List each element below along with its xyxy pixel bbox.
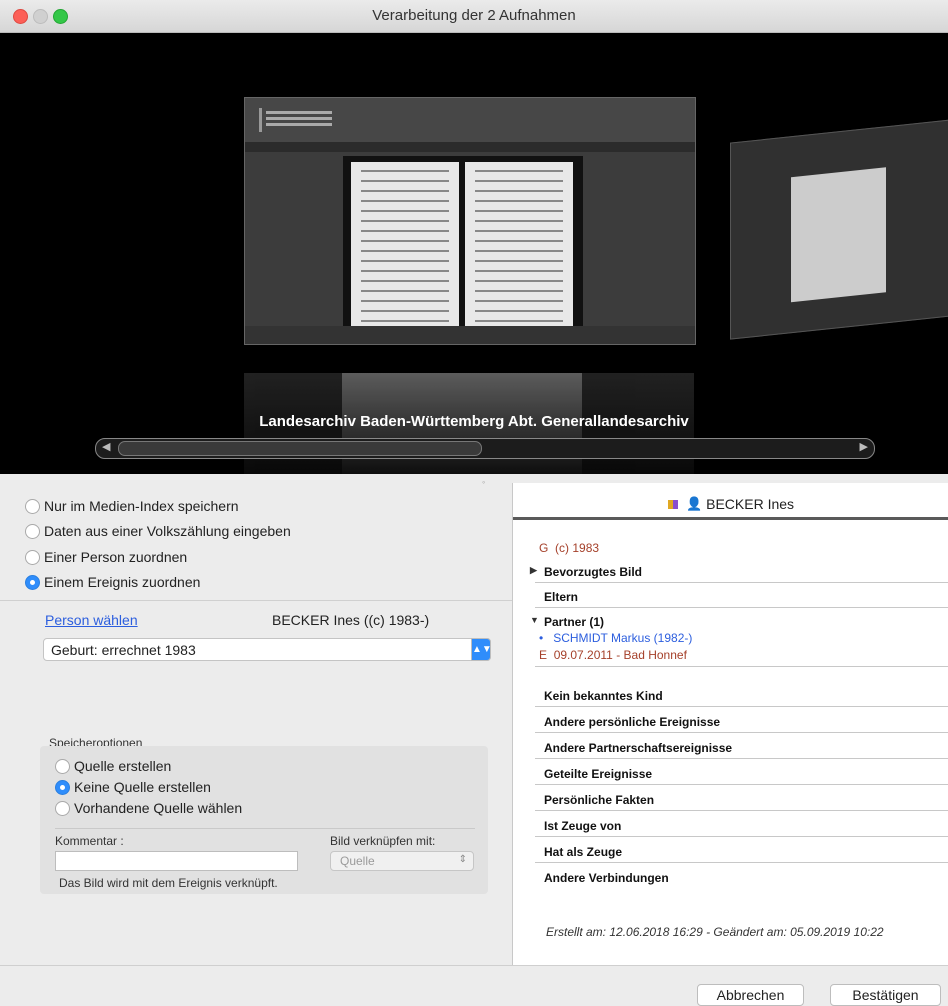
row-other-connections[interactable]: Andere Verbindungen [535,864,948,889]
divider [55,828,475,829]
document-image-main[interactable] [244,97,696,345]
archive-logo-icon [259,108,332,132]
scroll-right-arrow-icon[interactable]: ▶ [860,440,868,453]
row-is-witness-of[interactable]: Ist Zeuge von [535,812,948,837]
save-options-box: Quelle erstellen Keine Quelle erstellen … [40,746,488,894]
coverflow-scrollbar[interactable]: ◀ ▶ [95,438,875,459]
link-target-select[interactable]: Quelle ⇕ [330,851,474,871]
divider [535,666,948,667]
row-shared-events[interactable]: Geteilte Ereignisse [535,760,948,785]
row-parents[interactable]: Eltern [535,583,948,608]
option-existing-source[interactable]: Vorhandene Quelle wählen [55,800,242,816]
person-header: 👤 BECKER Ines [513,483,948,520]
title-bar: Verarbeitung der 2 Aufnahmen [0,0,948,33]
option-media-index[interactable]: Nur im Medien-Index speichern [25,498,239,514]
disclosure-triangle-open-icon[interactable]: ▼ [530,615,539,625]
event-select[interactable]: Geburt: errechnet 1983 ▲▼ [43,638,492,661]
row-other-partner-events[interactable]: Andere Partnerschaftsereignisse [535,734,948,759]
window-title: Verarbeitung der 2 Aufnahmen [372,7,576,24]
radio-button[interactable] [25,498,40,514]
family-icon[interactable] [667,499,678,509]
radio-button[interactable] [25,523,40,539]
person-name: BECKER Ines [706,496,795,512]
row-other-personal-events[interactable]: Andere persönliche Ereignisse [535,708,948,733]
image-caption: Landesarchiv Baden-Württemberg Abt. Gene… [259,413,689,430]
birth-line: G (c) 1983 [539,541,600,555]
divider [0,600,512,601]
person-panel: 👤 BECKER Ines G (c) 1983 ▶ Bevorzugtes Bi… [512,483,948,965]
radio-button[interactable] [55,758,70,774]
partner-entry[interactable]: • SCHMIDT Markus (1982-) [539,631,692,645]
person-icon: 👤 [685,496,703,511]
confirm-button[interactable]: Bestätigen [830,984,941,1006]
disclosure-triangle-icon[interactable]: ▶ [530,565,537,576]
assignment-panel: Nur im Medien-Index speichern Daten aus … [0,483,512,965]
cancel-button[interactable]: Abbrechen [697,984,804,1006]
scanned-page [343,156,583,334]
option-assign-event[interactable]: Einem Ereignis zuordnen [25,574,200,590]
link-hint: Das Bild wird mit dem Ereignis verknüpft… [59,876,278,890]
scroll-left-arrow-icon[interactable]: ◀ [102,440,110,453]
radio-button[interactable] [25,549,40,565]
selected-person-name: BECKER Ines ((c) 1983-) [272,612,430,628]
choose-person-link[interactable]: Person wählen [45,612,138,628]
radio-button[interactable] [55,800,70,816]
option-no-source[interactable]: Keine Quelle erstellen [55,779,211,795]
chevron-updown-icon[interactable]: ▲▼ [471,638,492,661]
row-partner[interactable]: ▼ Partner (1) [530,608,948,633]
image-preview: Landesarchiv Baden-Württemberg Abt. Gene… [0,33,948,474]
row-personal-facts[interactable]: Persönliche Fakten [535,786,948,811]
dialog-footer: Abbrechen Bestätigen [0,965,948,1006]
row-has-witness[interactable]: Hat als Zeuge [535,838,948,863]
comment-label: Kommentar : [55,834,124,848]
chevron-updown-icon: ⇕ [458,854,467,865]
comment-input[interactable] [55,851,298,871]
row-no-child[interactable]: Kein bekanntes Kind [535,682,948,707]
record-timestamps: Erstellt am: 12.06.2018 16:29 - Geändert… [546,925,884,939]
option-assign-person[interactable]: Einer Person zuordnen [25,549,187,565]
link-image-label: Bild verknüpfen mit: [330,834,436,848]
scrollbar-thumb[interactable] [118,441,482,456]
option-census[interactable]: Daten aus einer Volkszählung eingeben [25,523,291,539]
row-preferred-image[interactable]: ▶ Bevorzugtes Bild [530,558,948,583]
radio-button-selected[interactable] [55,779,70,795]
marriage-entry[interactable]: E 09.07.2011 - Bad Honnef [539,648,687,662]
option-create-source[interactable]: Quelle erstellen [55,758,171,774]
radio-button-selected[interactable] [25,574,40,590]
document-image-next[interactable] [730,119,948,340]
